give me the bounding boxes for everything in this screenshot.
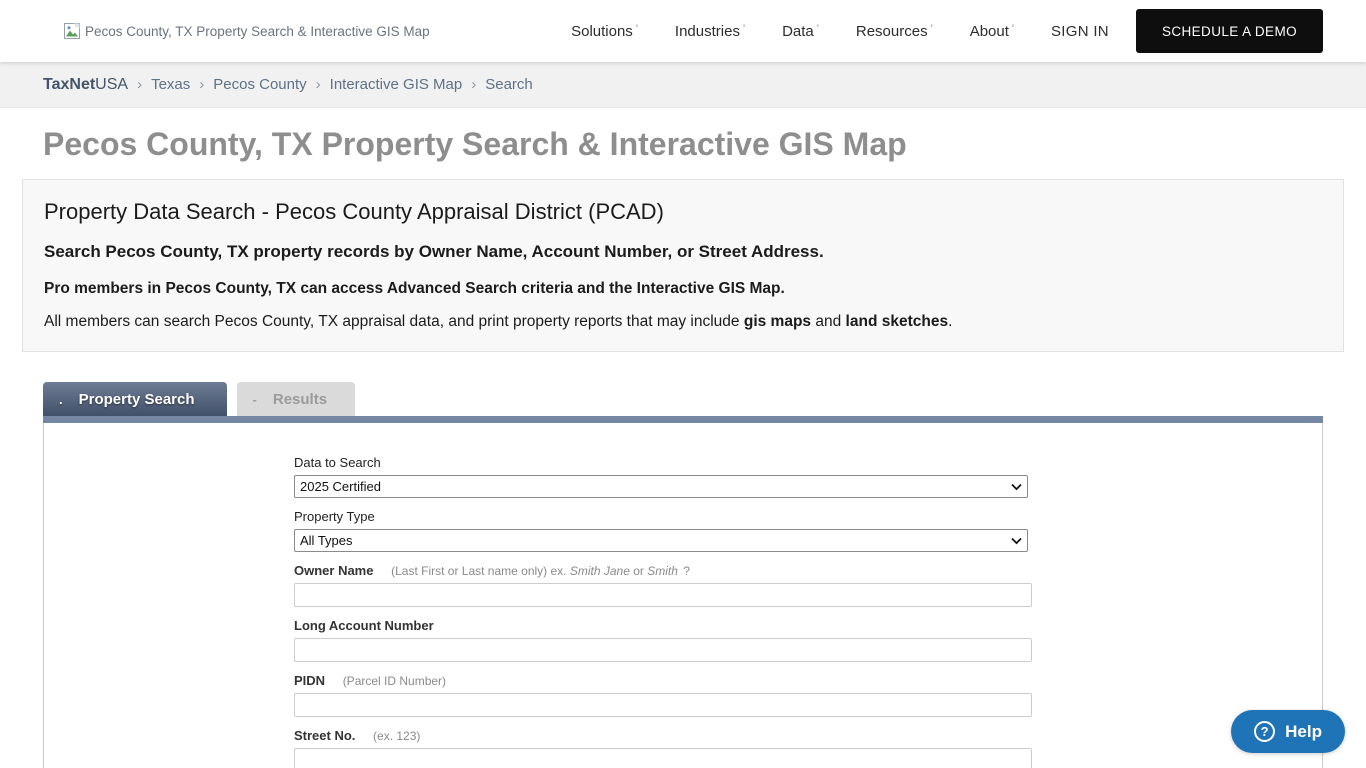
- data-to-search-select[interactable]: 2025 Certified: [294, 475, 1028, 498]
- owner-name-input[interactable]: [294, 583, 1032, 607]
- property-type-select[interactable]: All Types: [294, 529, 1028, 552]
- owner-name-hint: (Last First or Last name only) ex. Smith…: [391, 564, 690, 578]
- breadcrumb-separator: ›: [137, 76, 143, 93]
- dropdown-caret-icon: ': [742, 22, 746, 35]
- street-no-field: Street No. (ex. 123): [294, 728, 1322, 768]
- intro-members-line: All members can search Pecos County, TX …: [44, 313, 953, 330]
- broken-image-icon: [64, 23, 80, 39]
- street-no-hint: (ex. 123): [373, 729, 421, 743]
- intro-box: Property Data Search - Pecos County Appr…: [22, 179, 1344, 352]
- dropdown-caret-icon: ': [635, 22, 638, 35]
- schedule-demo-button[interactable]: SCHEDULE A DEMO: [1135, 9, 1323, 53]
- property-search-panel: Data to Search 2025 Certified Property T…: [43, 423, 1323, 768]
- pidn-hint: (Parcel ID Number): [342, 674, 447, 688]
- nav-item-data[interactable]: Data ': [782, 23, 819, 40]
- data-to-search-field: Data to Search 2025 Certified: [294, 455, 1322, 498]
- breadcrumb-separator: ›: [315, 76, 321, 93]
- dropdown-caret-icon: ': [1011, 22, 1014, 35]
- breadcrumb-separator: ›: [471, 76, 477, 93]
- street-no-label: Street No.: [294, 728, 356, 743]
- tab-results[interactable]: - Results: [236, 382, 356, 416]
- sign-in-link[interactable]: SIGN IN: [1051, 23, 1109, 40]
- tab-results-icon: -: [252, 391, 257, 407]
- site-header: Pecos County, TX Property Search & Inter…: [0, 0, 1366, 62]
- tab-property-search-icon: .: [59, 391, 63, 407]
- help-button[interactable]: ? Help: [1231, 710, 1345, 753]
- breadcrumb-search: Search: [485, 76, 533, 93]
- street-no-input[interactable]: [294, 748, 1032, 768]
- tab-property-search[interactable]: . Property Search: [43, 382, 227, 416]
- intro-heading: Property Data Search - Pecos County Appr…: [44, 199, 664, 224]
- breadcrumb-texas[interactable]: Texas: [151, 76, 190, 93]
- owner-name-label: Owner Name: [294, 563, 374, 578]
- tab-accent-bar: [43, 416, 1323, 423]
- long-account-number-field: Long Account Number: [294, 618, 1322, 662]
- breadcrumb: TaxNetUSA › Texas › Pecos County › Inter…: [0, 62, 1366, 108]
- tabs: . Property Search - Results: [43, 382, 1323, 416]
- breadcrumb-pecos-county[interactable]: Pecos County: [213, 76, 306, 93]
- owner-name-help-link[interactable]: ?: [683, 564, 690, 578]
- question-circle-icon: ?: [1254, 721, 1276, 742]
- breadcrumb-separator: ›: [199, 76, 205, 93]
- nav-item-solutions[interactable]: Solutions ': [571, 23, 638, 40]
- property-type-field: Property Type All Types: [294, 509, 1322, 552]
- logo-alt-text: Pecos County, TX Property Search & Inter…: [85, 23, 430, 39]
- site-logo[interactable]: Pecos County, TX Property Search & Inter…: [64, 23, 430, 39]
- pidn-label: PIDN: [294, 673, 326, 688]
- pidn-field: PIDN (Parcel ID Number): [294, 673, 1322, 717]
- long-account-number-input[interactable]: [294, 638, 1032, 662]
- header-nav: Solutions ' Industries ' Data ' Resources ' …: [534, 9, 1323, 53]
- dropdown-caret-icon: ': [930, 22, 933, 35]
- nav-item-about[interactable]: About ': [970, 23, 1014, 40]
- taxnetusa-brand-link[interactable]: TaxNetUSA: [43, 76, 128, 94]
- page-title: Pecos County, TX Property Search & Inter…: [43, 126, 907, 162]
- data-to-search-label: Data to Search: [294, 455, 381, 470]
- breadcrumb-interactive-gis-map[interactable]: Interactive GIS Map: [330, 76, 463, 93]
- property-type-label: Property Type: [294, 509, 375, 524]
- nav-item-resources[interactable]: Resources ': [856, 23, 933, 40]
- owner-name-field: Owner Name (Last First or Last name only…: [294, 563, 1322, 607]
- intro-pro-line: Pro members in Pecos County, TX can acce…: [44, 280, 785, 297]
- long-account-number-label: Long Account Number: [294, 618, 434, 633]
- pidn-input[interactable]: [294, 693, 1032, 717]
- intro-search-line: Search Pecos County, TX property records…: [44, 242, 824, 261]
- dropdown-caret-icon: ': [816, 22, 819, 35]
- nav-item-industries[interactable]: Industries ': [675, 23, 745, 40]
